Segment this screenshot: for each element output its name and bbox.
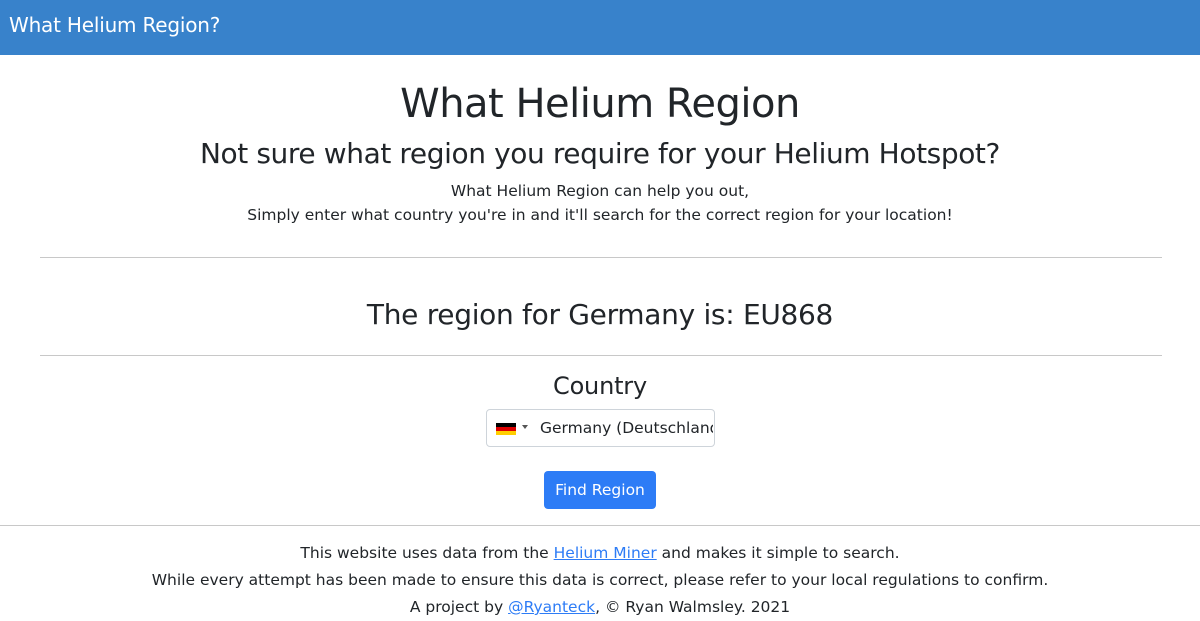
footer-line-3: A project by @Ryanteck, © Ryan Walmsley.… — [0, 594, 1200, 621]
country-input[interactable] — [533, 410, 713, 446]
country-selector — [486, 409, 715, 447]
region-result: The region for Germany is: EU868 — [366, 298, 834, 331]
intro-text: What Helium Region can help you out, Sim… — [0, 179, 1200, 227]
footer-line-1-prefix: This website uses data from the — [300, 544, 554, 562]
page-title: What Helium Region — [400, 81, 800, 127]
caret-down-icon — [522, 425, 528, 429]
footer-line-3-suffix: , © Ryan Walmsley. 2021 — [595, 598, 791, 616]
divider-top — [40, 257, 1162, 258]
footer-line-2: While every attempt has been made to ens… — [151, 571, 1049, 589]
flag-dropdown-button[interactable] — [487, 410, 533, 446]
germany-flag-icon — [496, 423, 516, 435]
intro-line-2: Simply enter what country you're in and … — [247, 206, 953, 224]
flag-stripe-gold — [496, 431, 516, 435]
footer-line-3-prefix: A project by — [409, 598, 509, 616]
navbar: What Helium Region? — [0, 0, 1200, 55]
footer: This website uses data from the Helium M… — [0, 540, 1200, 621]
country-label: Country — [553, 372, 647, 400]
ryanteck-link[interactable]: @Ryanteck — [508, 598, 595, 616]
footer-line-1-suffix: and makes it simple to search. — [656, 544, 900, 562]
find-region-button[interactable]: Find Region — [544, 471, 656, 509]
footer-divider — [0, 525, 1200, 526]
footer-line-1: This website uses data from the Helium M… — [0, 540, 1200, 567]
intro-line-1: What Helium Region can help you out, — [450, 182, 750, 200]
divider-bottom — [40, 355, 1162, 356]
page-subtitle: Not sure what region you require for you… — [200, 137, 1000, 170]
helium-miner-link[interactable]: Helium Miner — [554, 544, 657, 562]
navbar-brand-link[interactable]: What Helium Region? — [9, 13, 220, 37]
